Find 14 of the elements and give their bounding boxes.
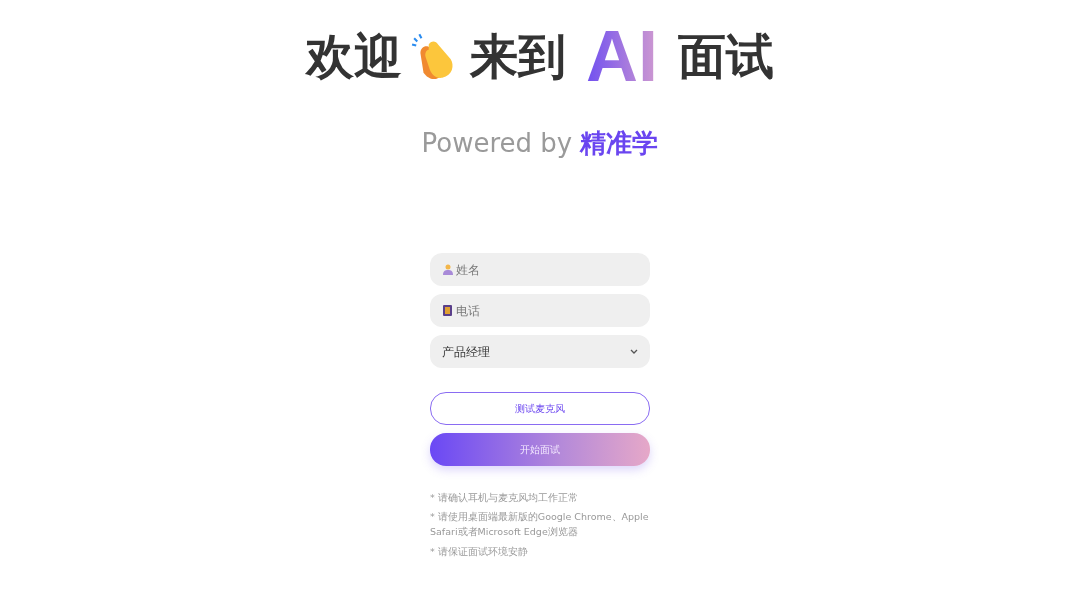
note-text: * 请确认耳机与麦克风均工作正常 [430,491,579,505]
phone-field[interactable]: 电话 [430,294,650,327]
note-text: * 请保证面试环境安静 [430,544,529,559]
phone-icon [443,305,452,316]
heading-text: 面试 [678,32,774,80]
chevron-down-icon [630,349,638,354]
heading-text: 欢迎 [306,32,402,80]
note-text: * 请使用桌面端最新版的Google Chrome、Apple Safari或者Microsoft Edge浏览器 [430,510,650,540]
select-field[interactable]: 产品经理 [430,335,650,368]
tagline: Powered by 精准学 [421,128,659,158]
name-field[interactable]: 姓名 [430,253,650,286]
person-icon [443,264,453,275]
test-microphone-button[interactable]: 测试麦克风 [430,392,650,425]
heading-text: 来到 [470,32,566,80]
